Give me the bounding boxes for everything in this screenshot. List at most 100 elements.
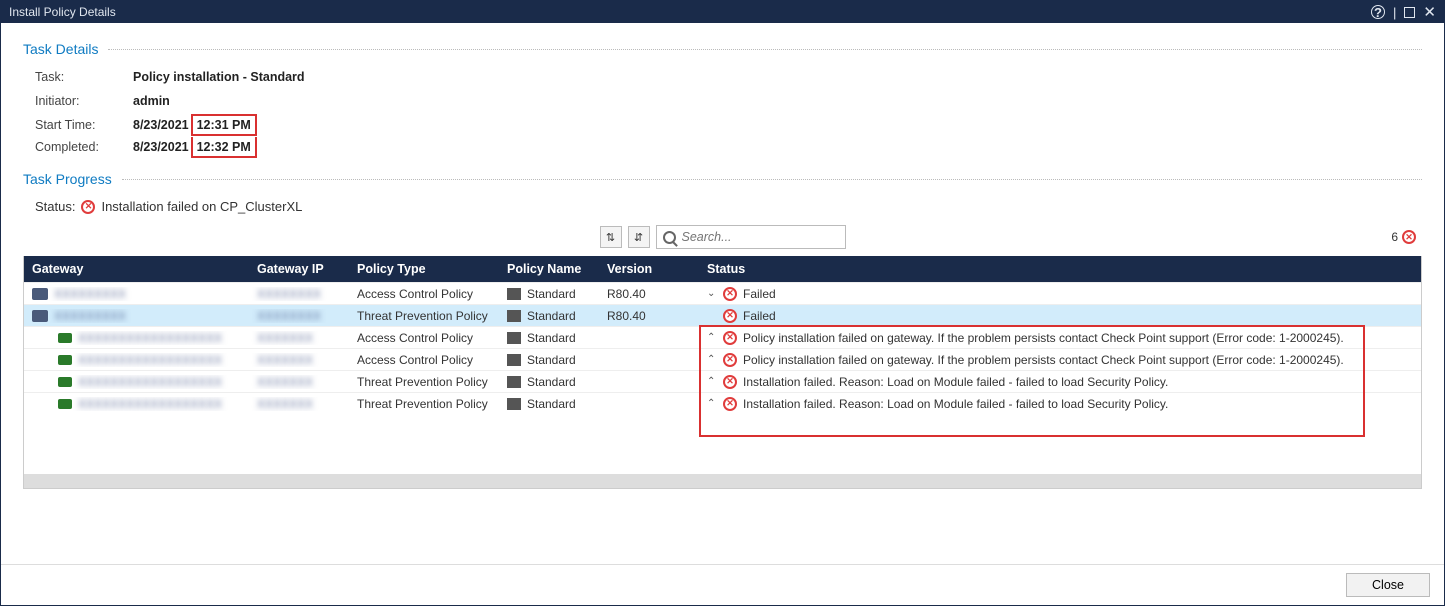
error-icon xyxy=(723,309,737,323)
gateway-name: XXXXXXXXX xyxy=(54,287,126,301)
policy-type: Threat Prevention Policy xyxy=(349,375,499,389)
gateway-ip: XXXXXXX xyxy=(257,353,313,367)
gateway-ip: XXXXXXX xyxy=(257,375,313,389)
table-body: XXXXXXXXXXXXXXXXXAccess Control PolicySt… xyxy=(24,282,1421,414)
collapse-all-button[interactable]: ⇵ xyxy=(628,226,650,248)
policy-type: Threat Prevention Policy xyxy=(349,397,499,411)
chevron-up-icon[interactable]: ⌃ xyxy=(707,376,717,387)
chevron-up-icon[interactable]: ⌃ xyxy=(707,332,717,343)
task-value: Policy installation - Standard xyxy=(133,70,305,84)
policy-name: Standard xyxy=(527,353,576,367)
initiator-label: Initiator: xyxy=(35,94,133,108)
table-row[interactable]: XXXXXXXXXXXXXXXXXThreat Prevention Polic… xyxy=(24,304,1421,326)
titlebar: Install Policy Details ? | ✕ xyxy=(1,1,1444,23)
policy-type: Threat Prevention Policy xyxy=(349,309,499,323)
table-header: Gateway Gateway IP Policy Type Policy Na… xyxy=(24,256,1421,282)
horizontal-scrollbar[interactable] xyxy=(24,474,1421,488)
error-count-icon xyxy=(1402,230,1416,244)
footer: Close xyxy=(1,564,1444,605)
close-icon[interactable]: ✕ xyxy=(1423,5,1436,20)
completed-date: 8/23/2021 xyxy=(133,140,189,154)
separator: | xyxy=(1393,6,1396,19)
col-status[interactable]: Status xyxy=(699,262,1421,276)
table-row[interactable]: XXXXXXXXXXXXXXXXXAccess Control PolicySt… xyxy=(24,282,1421,304)
completed-time: 12:32 PM xyxy=(197,140,251,154)
policy-type: Access Control Policy xyxy=(349,331,499,345)
policy-name: Standard xyxy=(527,287,576,301)
col-gateway-ip[interactable]: Gateway IP xyxy=(249,262,349,276)
error-icon xyxy=(723,331,737,345)
times-highlight: 12:31 PM xyxy=(191,114,257,136)
start-label: Start Time: xyxy=(35,118,133,132)
start-time: 12:31 PM xyxy=(197,118,251,132)
status-text: Policy installation failed on gateway. I… xyxy=(743,353,1344,367)
close-button[interactable]: Close xyxy=(1346,573,1430,597)
task-progress-header: Task Progress xyxy=(23,171,1422,187)
gateway-ip: XXXXXXXX xyxy=(257,309,321,323)
table-row[interactable]: XXXXXXXXXXXXXXXXXXXXXXXXXAccess Control … xyxy=(24,348,1421,370)
gateway-name: XXXXXXXXXXXXXXXXXX xyxy=(78,331,222,345)
task-details-header: Task Details xyxy=(23,41,1422,57)
search-icon xyxy=(663,231,676,244)
maximize-icon[interactable] xyxy=(1404,7,1415,18)
table-toolbar: ⇅ ⇵ 6 xyxy=(23,224,1422,250)
error-icon xyxy=(723,353,737,367)
gateway-ip: XXXXXXX xyxy=(257,397,313,411)
gateway-icon xyxy=(58,333,72,343)
status-text: Policy installation failed on gateway. I… xyxy=(743,331,1344,345)
col-version[interactable]: Version xyxy=(599,262,699,276)
col-policy-type[interactable]: Policy Type xyxy=(349,262,499,276)
gateway-ip: XXXXXXXX xyxy=(257,287,321,301)
status-label: Status: xyxy=(35,199,75,214)
col-gateway[interactable]: Gateway xyxy=(24,262,249,276)
times-highlight-2: 12:32 PM xyxy=(191,137,257,158)
policy-icon xyxy=(507,398,521,410)
gateway-name: XXXXXXXXX xyxy=(54,309,126,323)
error-icon xyxy=(723,397,737,411)
policy-icon xyxy=(507,310,521,322)
status-text: Failed xyxy=(743,287,776,301)
policy-icon xyxy=(507,332,521,344)
policy-icon xyxy=(507,376,521,388)
policy-icon xyxy=(507,288,521,300)
chevron-up-icon[interactable]: ⌃ xyxy=(707,354,717,365)
policy-name: Standard xyxy=(527,309,576,323)
status-text: Installation failed. Reason: Load on Mod… xyxy=(743,397,1168,411)
error-icon xyxy=(723,375,737,389)
policy-type: Access Control Policy xyxy=(349,353,499,367)
search-input[interactable] xyxy=(682,230,839,244)
search-box[interactable] xyxy=(656,225,846,249)
status-value: Installation failed on CP_ClusterXL xyxy=(101,199,302,214)
error-icon xyxy=(81,200,95,214)
completed-label: Completed: xyxy=(35,140,133,154)
window-title: Install Policy Details xyxy=(9,5,1371,19)
help-icon[interactable]: ? xyxy=(1371,5,1385,19)
content-area: Task Details Task: Policy installation -… xyxy=(1,23,1444,564)
divider xyxy=(122,179,1422,180)
gateway-icon xyxy=(58,399,72,409)
task-details-title: Task Details xyxy=(23,41,98,57)
status-text: Installation failed. Reason: Load on Mod… xyxy=(743,375,1168,389)
chevron-up-icon[interactable]: ⌃ xyxy=(707,398,717,409)
version: R80.40 xyxy=(599,309,699,323)
chevron-down-icon[interactable]: ⌄ xyxy=(707,288,717,299)
policy-name: Standard xyxy=(527,397,576,411)
table-row[interactable]: XXXXXXXXXXXXXXXXXXXXXXXXXThreat Preventi… xyxy=(24,370,1421,392)
gateway-name: XXXXXXXXXXXXXXXXXX xyxy=(78,397,222,411)
gateway-icon xyxy=(58,355,72,365)
col-policy-name[interactable]: Policy Name xyxy=(499,262,599,276)
expand-all-button[interactable]: ⇅ xyxy=(600,226,622,248)
divider xyxy=(108,49,1422,50)
task-details: Task: Policy installation - Standard Ini… xyxy=(35,65,1422,159)
policy-icon xyxy=(507,354,521,366)
results-table: Gateway Gateway IP Policy Type Policy Na… xyxy=(23,256,1422,489)
status-row: Status: Installation failed on CP_Cluste… xyxy=(35,199,1422,214)
table-row[interactable]: XXXXXXXXXXXXXXXXXXXXXXXXXAccess Control … xyxy=(24,326,1421,348)
status-text: Failed xyxy=(743,309,776,323)
initiator-value: admin xyxy=(133,94,170,108)
table-row[interactable]: XXXXXXXXXXXXXXXXXXXXXXXXXThreat Preventi… xyxy=(24,392,1421,414)
policy-type: Access Control Policy xyxy=(349,287,499,301)
gateway-name: XXXXXXXXXXXXXXXXXX xyxy=(78,375,222,389)
version: R80.40 xyxy=(599,287,699,301)
policy-name: Standard xyxy=(527,331,576,345)
